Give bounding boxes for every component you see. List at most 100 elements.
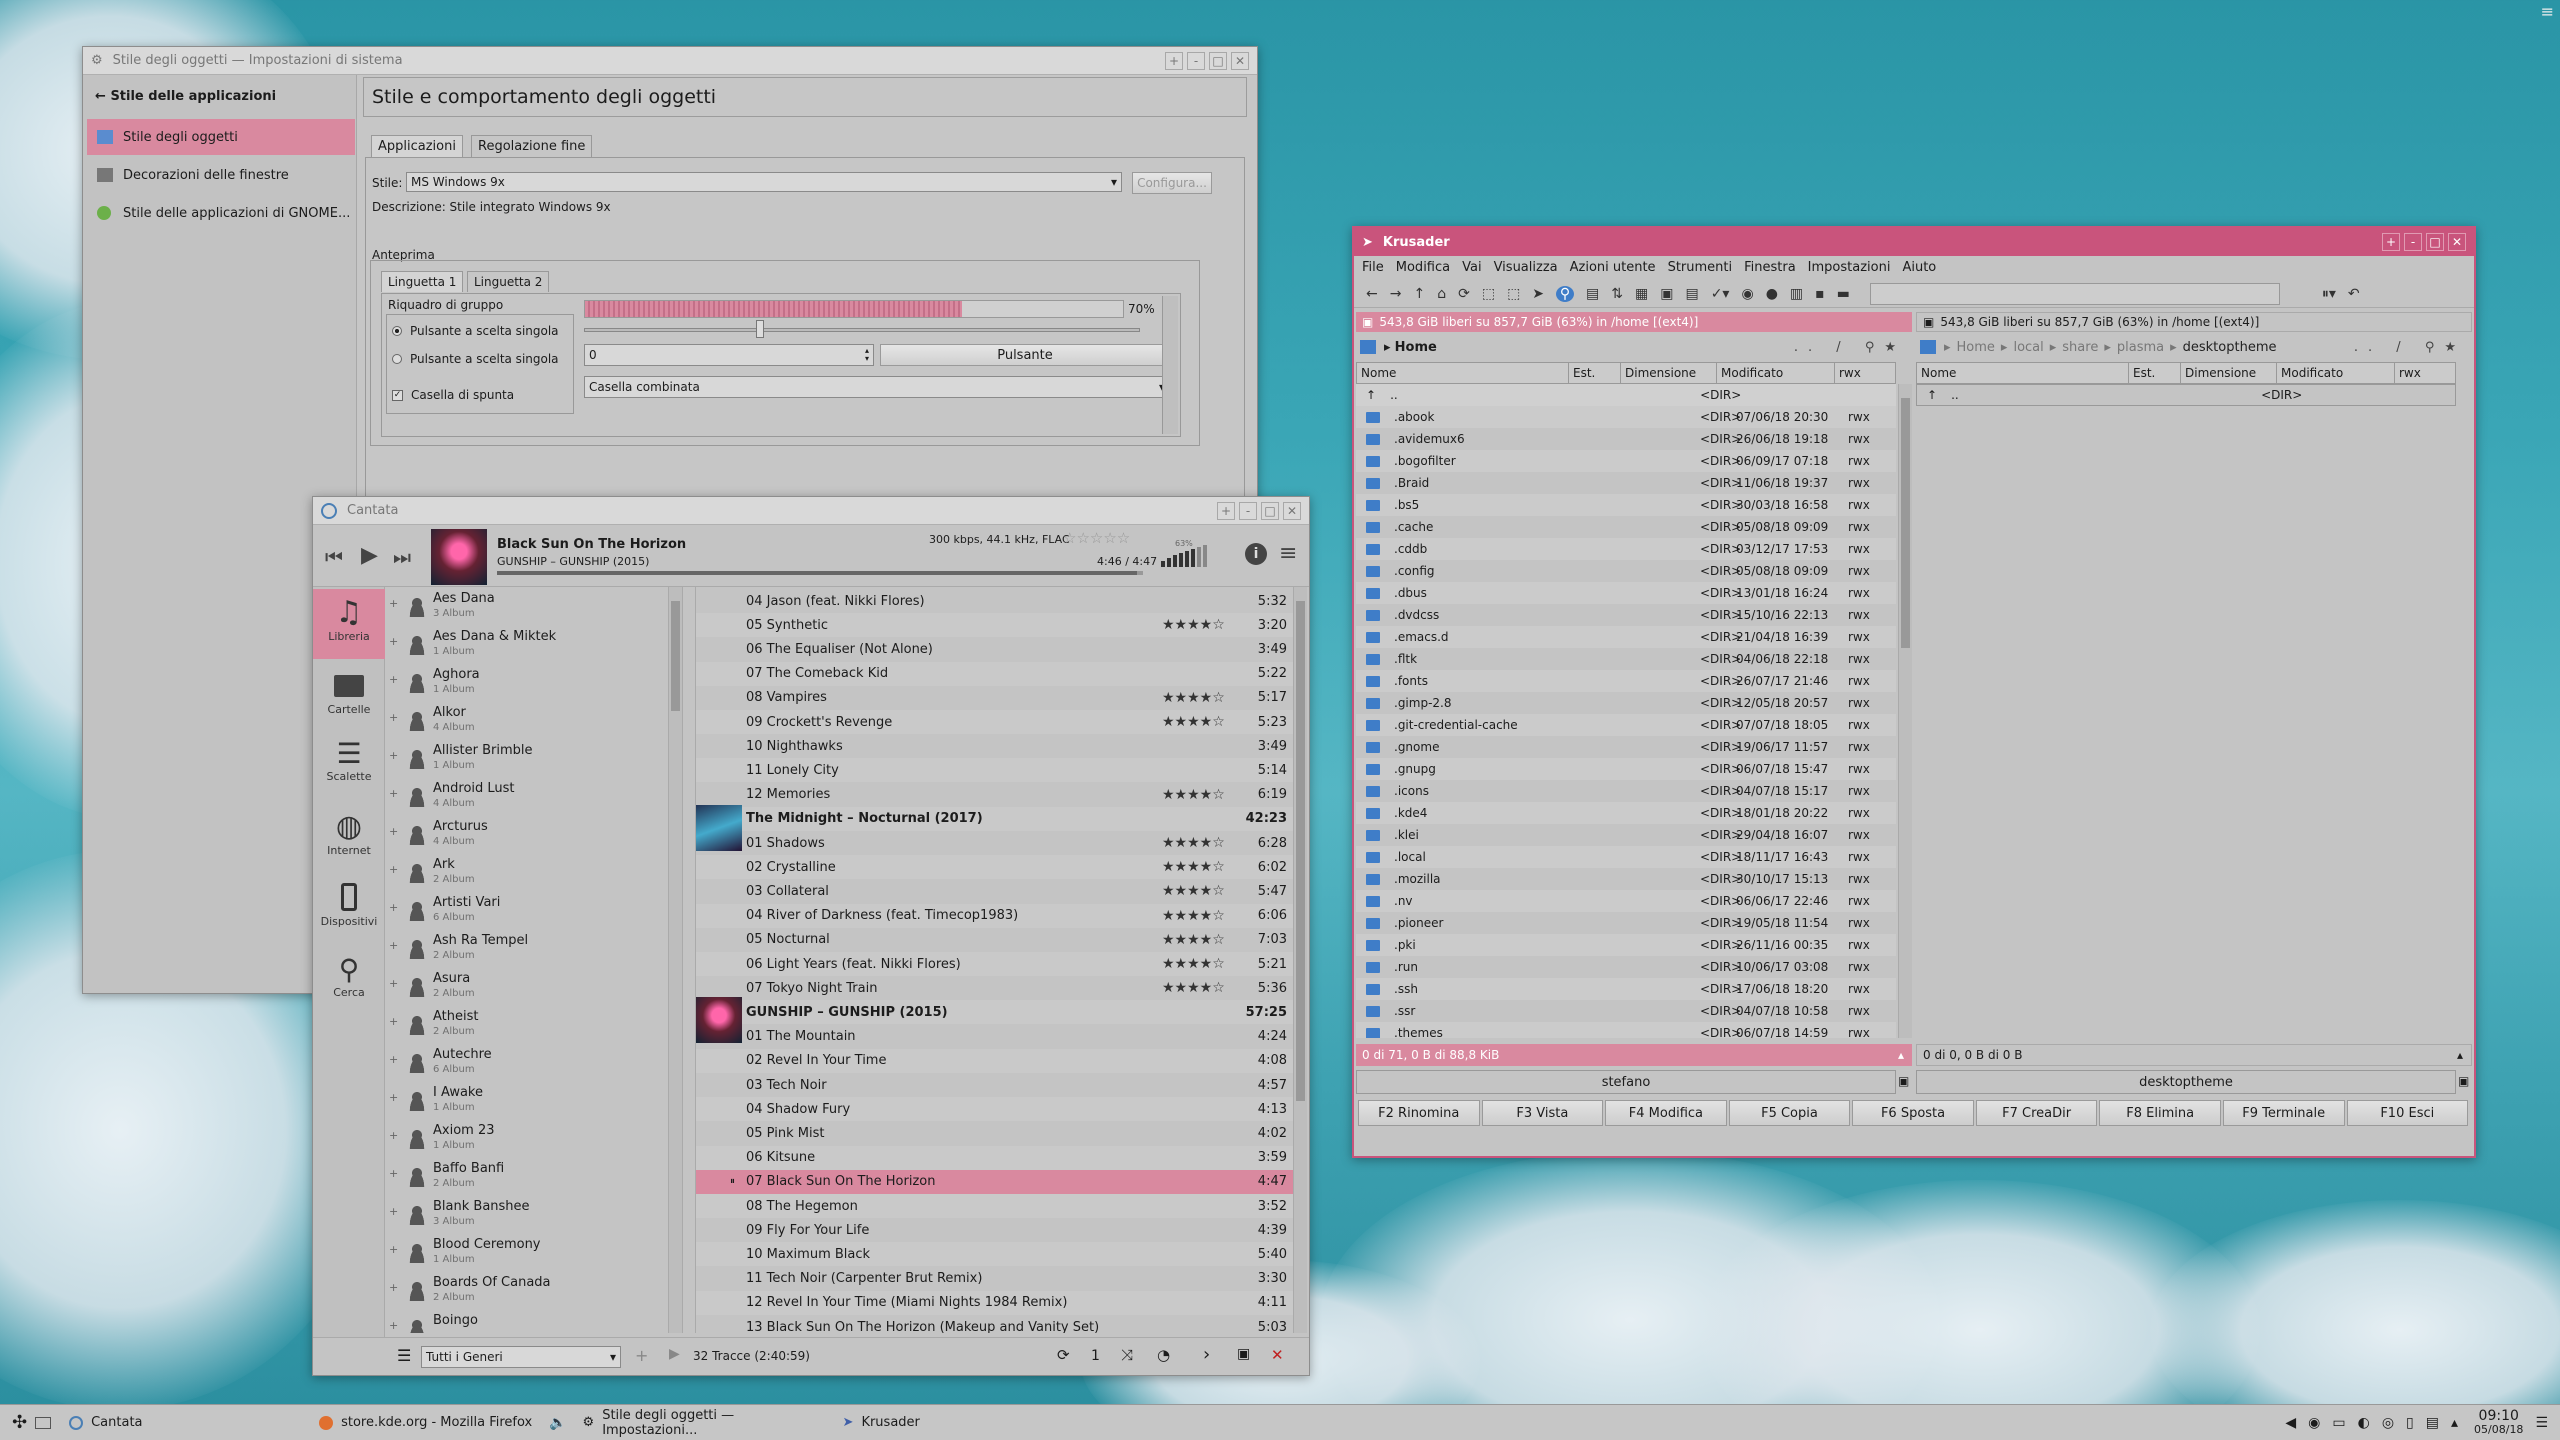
fkey-button[interactable]: F2 Rinomina	[1358, 1100, 1480, 1126]
add-icon[interactable]: +	[635, 1346, 648, 1365]
configure-button[interactable]: Configura...	[1132, 172, 1212, 194]
krusader-titlebar[interactable]: ➤ Krusader + - □ ✕	[1354, 228, 2474, 256]
chevron-up-icon[interactable]: ▴	[2457, 1048, 2463, 1062]
menu-icon[interactable]: ☰	[397, 1346, 411, 1365]
disk-icon[interactable]: ◉	[1741, 286, 1753, 302]
minimize-button[interactable]: -	[1187, 51, 1205, 70]
menu-icon[interactable]: ≡	[1279, 541, 1297, 566]
path-tools-icon[interactable]: .. / ⚲★	[2354, 340, 2466, 355]
fkey-button[interactable]: F6 Sposta	[1852, 1100, 1974, 1126]
clock[interactable]: 09:10 05/08/18	[2474, 1409, 2523, 1437]
queue-scrollbar[interactable]	[1293, 587, 1307, 1333]
song-rating[interactable]: ☆☆☆☆☆	[1063, 529, 1130, 547]
col-perm[interactable]: rwx	[1835, 363, 1895, 383]
spin-box[interactable]: 0 ▴ ▾	[584, 344, 874, 366]
menu-item[interactable]: Modifica	[1396, 260, 1450, 275]
file-row[interactable]: .mozilla <DIR> 30/10/17 15:13 rwx	[1356, 868, 1896, 890]
artist-row[interactable]: + Ark 2 Album	[387, 853, 682, 891]
kde-connect-icon[interactable]: ◉	[2308, 1415, 2320, 1431]
track-row[interactable]: 04 River of Darkness (feat. Timecop1983)…	[696, 903, 1307, 928]
updir-row[interactable]: ↑.. <DIR>	[1356, 384, 1896, 406]
expand-icon[interactable]: +	[389, 1015, 398, 1028]
folders-tab[interactable]: Cartelle	[313, 667, 385, 716]
desktop-menu-icon[interactable]: ≡	[2541, 2, 2554, 21]
single-mode-icon[interactable]: 1	[1091, 1348, 1100, 1364]
artist-row[interactable]: + Blood Ceremony 1 Album	[387, 1233, 682, 1271]
track-rating[interactable]: ★★★★☆	[1162, 859, 1225, 875]
col-ext[interactable]: Est.	[2129, 363, 2181, 383]
show-desktop-icon[interactable]	[35, 1416, 52, 1429]
file-row[interactable]: .config <DIR> 05/08/18 09:09 rwx	[1356, 560, 1896, 582]
artist-row[interactable]: + Arcturus 4 Album	[387, 815, 682, 853]
panel-settings-icon[interactable]: ☰	[2535, 1415, 2548, 1431]
preview-tab-2[interactable]: Linguetta 2	[467, 271, 550, 292]
expand-icon[interactable]: +	[389, 1243, 398, 1256]
scroll-thumb[interactable]	[1296, 601, 1305, 1101]
toolbar-search-field[interactable]	[1869, 282, 2280, 305]
file-row[interactable]: .kde4 <DIR> 18/01/18 20:22 rwx	[1356, 802, 1896, 824]
task-settings[interactable]: ⚙ Stile degli oggetti — Impostazioni...	[573, 1405, 833, 1440]
path-tools-icon[interactable]: .. / ⚲★	[1794, 340, 1906, 355]
file-row[interactable]: .cache <DIR> 05/08/18 09:09 rwx	[1356, 516, 1896, 538]
close-button[interactable]: ✕	[2448, 233, 2466, 251]
track-rating[interactable]: ★★★★☆	[1162, 932, 1225, 948]
power-icon[interactable]: ▯	[2406, 1415, 2414, 1431]
cursor-icon[interactable]: ➤	[1532, 286, 1544, 302]
left-path-bar[interactable]: ▸ Home .. / ⚲★	[1356, 336, 1912, 358]
menu-item[interactable]: File	[1362, 260, 1384, 275]
file-row[interactable]: .cddb <DIR> 03/12/17 17:53 rwx	[1356, 538, 1896, 560]
file-row[interactable]: .icons <DIR> 04/07/18 15:17 rwx	[1356, 780, 1896, 802]
internet-tab[interactable]: ◍ Internet	[313, 809, 385, 857]
file-row[interactable]: .local <DIR> 18/11/17 16:43 rwx	[1356, 846, 1896, 868]
expand-icon[interactable]: +	[389, 597, 398, 610]
col-size[interactable]: Dimensione	[1621, 363, 1717, 383]
track-rating[interactable]: ★★★★☆	[1162, 617, 1225, 633]
devices-tab[interactable]: Dispositivi	[313, 881, 385, 928]
file-row[interactable]: .ssr <DIR> 04/07/18 10:58 rwx	[1356, 1000, 1896, 1022]
clipboard-icon[interactable]: ▤	[2426, 1415, 2439, 1431]
track-rating[interactable]: ★★★★☆	[1162, 980, 1225, 996]
slider-track[interactable]	[584, 328, 1140, 332]
app-launcher-icon[interactable]: ✣	[12, 1412, 27, 1433]
file-row[interactable]: .dvdcss <DIR> 15/10/16 22:13 rwx	[1356, 604, 1896, 626]
track-row[interactable]: 09 Crockett's Revenge ★★★★☆ 5:23	[696, 710, 1307, 734]
file-row[interactable]: .pioneer <DIR> 19/05/18 11:54 rwx	[1356, 912, 1896, 934]
fkey-button[interactable]: F10 Esci	[2346, 1100, 2469, 1126]
archive-icon[interactable]: ▣	[1660, 286, 1673, 302]
track-rating[interactable]: ★★★★☆	[1162, 835, 1225, 851]
audio-playing-icon[interactable]: 🔈	[549, 1415, 566, 1431]
checkbox[interactable]: ✓ Casella di spunta	[392, 388, 514, 402]
expand-icon[interactable]: +	[389, 1167, 398, 1180]
file-row[interactable]: .gnome <DIR> 19/06/17 11:57 rwx	[1356, 736, 1896, 758]
album-header-row[interactable]: The Midnight – Nocturnal (2017) 42:23	[696, 806, 1307, 831]
panel-icon-2[interactable]: ▬	[1837, 286, 1850, 302]
path-segment[interactable]: share	[2062, 340, 2098, 355]
col-ext[interactable]: Est.	[1569, 363, 1621, 383]
consume-icon[interactable]: ◔	[1157, 1346, 1170, 1364]
artist-row[interactable]: + Alkor 4 Album	[387, 701, 682, 739]
volume-control[interactable]	[1161, 543, 1233, 567]
col-modified[interactable]: Modificato	[1717, 363, 1835, 383]
expand-icon[interactable]: +	[389, 635, 398, 648]
file-row[interactable]: .nv <DIR> 06/06/17 22:46 rwx	[1356, 890, 1896, 912]
seek-bar[interactable]	[497, 571, 1143, 575]
undo-icon[interactable]: ↶	[2348, 286, 2360, 302]
terminal-icon[interactable]: ▣	[1898, 1074, 1909, 1088]
up-icon[interactable]: ↑	[1413, 286, 1425, 302]
clear-icon[interactable]: ✕	[1271, 1346, 1284, 1364]
left-name-field[interactable]: stefano	[1356, 1070, 1896, 1094]
artist-row[interactable]: + I Awake 1 Album	[387, 1081, 682, 1119]
track-row[interactable]: 04 Jason (feat. Nikki Flores) 5:32	[696, 589, 1307, 613]
track-row[interactable]: 06 Light Years (feat. Nikki Flores) ★★★★☆…	[696, 952, 1307, 976]
path-home[interactable]: Home	[1395, 340, 1437, 355]
file-row[interactable]: .fltk <DIR> 04/06/18 22:18 rwx	[1356, 648, 1896, 670]
artist-row[interactable]: + Autechre 6 Album	[387, 1043, 682, 1081]
artist-row[interactable]: + Atheist 2 Album	[387, 1005, 682, 1043]
artist-row[interactable]: + Aghora 1 Album	[387, 663, 682, 701]
file-row[interactable]: .pki <DIR> 26/11/16 00:35 rwx	[1356, 934, 1896, 956]
expand-icon[interactable]: +	[389, 901, 398, 914]
track-rating[interactable]: ★★★★☆	[1162, 787, 1225, 803]
play-icon[interactable]: ▶	[361, 543, 378, 568]
scroll-thumb[interactable]	[1901, 398, 1910, 648]
tab-fine-tuning[interactable]: Regolazione fine	[471, 135, 593, 157]
